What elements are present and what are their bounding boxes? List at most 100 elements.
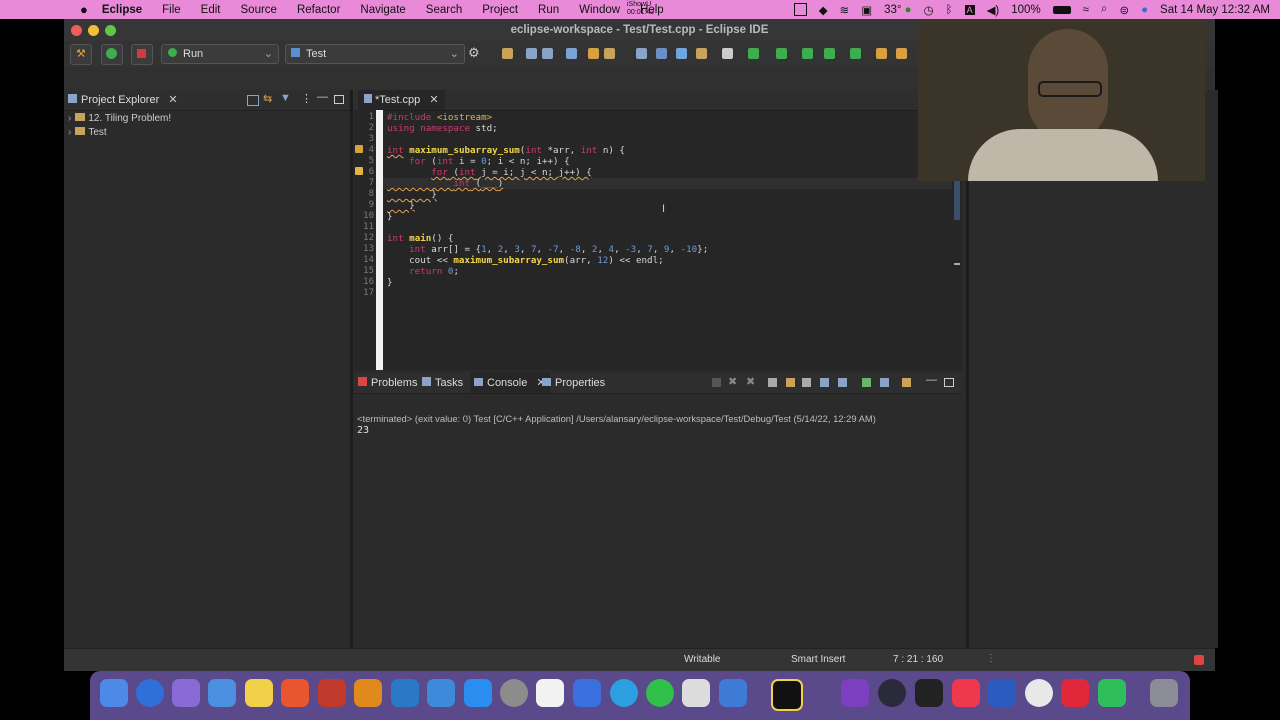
menu-refactor[interactable]: Refactor <box>297 4 340 16</box>
folder-icon[interactable] <box>604 48 615 59</box>
zoom-window-button[interactable] <box>105 25 116 36</box>
settings-icon[interactable] <box>566 48 577 59</box>
refresh-icon[interactable] <box>748 48 759 59</box>
open-type-icon[interactable] <box>696 48 707 59</box>
run-icon[interactable] <box>802 48 813 59</box>
link-with-editor-icon[interactable]: ⇆ <box>263 92 272 105</box>
new-project-icon[interactable] <box>722 48 733 59</box>
vscode-icon[interactable] <box>391 679 419 707</box>
battery-icon[interactable] <box>1052 5 1071 14</box>
safari-icon[interactable] <box>136 679 164 707</box>
volume-icon[interactable]: ◀) <box>987 3 1000 17</box>
save-all-icon[interactable] <box>542 48 553 59</box>
finder-icon[interactable] <box>100 679 128 707</box>
menu-project[interactable]: Project <box>482 4 518 16</box>
new-class-icon[interactable] <box>676 48 687 59</box>
status-insert-mode[interactable]: Smart Insert <box>791 654 845 665</box>
sublime-text-icon[interactable] <box>354 679 382 707</box>
console-icon[interactable] <box>636 48 647 59</box>
toggle-breadcrumb-icon[interactable] <box>876 48 887 59</box>
ishowu-recorder[interactable]: iShowU 00:01:42 <box>627 1 654 17</box>
close-window-button[interactable] <box>71 25 82 36</box>
control-center-icon[interactable]: ⊜ <box>1119 3 1129 17</box>
eclipse-dock-icon[interactable] <box>878 679 906 707</box>
green-arrow-app-icon[interactable] <box>1098 679 1126 707</box>
launch-button[interactable] <box>101 44 123 65</box>
gear-icon[interactable]: ⚙ <box>468 45 480 61</box>
database-icon[interactable] <box>318 679 346 707</box>
launch-mode-combo[interactable]: Run ⌄ <box>161 44 279 64</box>
maximize-icon[interactable] <box>944 378 954 387</box>
keyboard-input-icon[interactable]: A <box>964 4 975 15</box>
code-area[interactable]: #include <iostream> using namespace std;… <box>354 110 952 370</box>
whatsapp-icon[interactable] <box>646 679 674 707</box>
minimize-icon[interactable]: — <box>317 91 328 103</box>
ruler-marker[interactable] <box>954 263 960 265</box>
external-tools-icon[interactable] <box>850 48 861 59</box>
menu-run[interactable]: Run <box>538 4 559 16</box>
new-console-icon[interactable] <box>880 378 889 387</box>
slack-icon[interactable] <box>536 679 564 707</box>
xcode-icon[interactable] <box>427 679 455 707</box>
warning-ruler-marker[interactable] <box>954 180 960 220</box>
build-button[interactable]: ⚒ <box>70 44 92 65</box>
testflight-icon[interactable] <box>573 679 601 707</box>
menu-source[interactable]: Source <box>241 4 277 16</box>
filter-icon[interactable]: ▼ <box>280 92 291 104</box>
collapse-all-icon[interactable] <box>247 95 259 106</box>
display-console-icon[interactable] <box>838 378 847 387</box>
pen-icon[interactable] <box>896 48 907 59</box>
tree-item-test[interactable]: › Test <box>68 126 107 139</box>
close-icon[interactable]: ✕ <box>429 94 438 106</box>
tab-properties[interactable]: Properties <box>542 373 605 393</box>
chrome-icon[interactable] <box>1025 679 1053 707</box>
wifi-icon[interactable]: ≈ <box>1083 4 1089 16</box>
notes-icon[interactable] <box>245 679 273 707</box>
pin-console-icon[interactable] <box>820 378 829 387</box>
pencil-app-icon[interactable] <box>281 679 309 707</box>
maximize-icon[interactable] <box>334 95 344 104</box>
coverage-icon[interactable] <box>824 48 835 59</box>
menu-file[interactable]: File <box>162 4 181 16</box>
music-icon[interactable] <box>952 679 980 707</box>
remote-desktop-icon[interactable] <box>1061 679 1089 707</box>
console-view-menu-icon[interactable] <box>902 378 911 387</box>
console-output[interactable]: 23 <box>357 425 369 436</box>
menu-search[interactable]: Search <box>426 4 462 16</box>
tab-test-cpp[interactable]: *Test.cpp ✕ <box>358 90 445 110</box>
temperature-widget[interactable]: 33° ● <box>884 4 912 16</box>
terminate-console-icon[interactable] <box>712 378 721 387</box>
launch-config-combo[interactable]: Test ⌄ <box>285 44 465 64</box>
terminate-button[interactable] <box>131 44 153 65</box>
word-icon[interactable] <box>988 679 1016 707</box>
build-all-icon[interactable] <box>588 48 599 59</box>
menu-edit[interactable]: Edit <box>201 4 221 16</box>
close-icon[interactable]: ✕ <box>168 94 177 106</box>
notification-icon[interactable] <box>1194 655 1204 665</box>
save-icon[interactable] <box>526 48 537 59</box>
siri-icon[interactable]: ● <box>1141 4 1148 16</box>
menu-app-name[interactable]: Eclipse <box>102 4 142 16</box>
trash-icon[interactable] <box>1150 679 1178 707</box>
bluetooth-icon[interactable]: ᛒ <box>946 4 953 16</box>
minimize-icon[interactable]: — <box>926 374 937 386</box>
debug-icon[interactable] <box>776 48 787 59</box>
launchpad-icon[interactable] <box>172 679 200 707</box>
mail-icon[interactable] <box>208 679 236 707</box>
tab-console[interactable]: Console ✕ <box>470 373 550 393</box>
gpu-app-icon[interactable] <box>719 679 747 707</box>
tab-project-explorer[interactable]: Project Explorer ✕ <box>68 90 178 110</box>
terminal-icon[interactable] <box>915 679 943 707</box>
dropbox-icon[interactable]: ◆ <box>819 3 828 17</box>
clear-console-icon[interactable] <box>768 378 777 387</box>
preview-icon[interactable] <box>682 679 710 707</box>
system-preferences-icon[interactable] <box>500 679 528 707</box>
onenote-icon[interactable] <box>841 679 869 707</box>
control-icon[interactable]: ≋ <box>840 3 850 17</box>
remove-launch-icon[interactable]: ✖ <box>728 375 737 388</box>
view-menu-icon[interactable]: ⋮ <box>301 92 312 105</box>
menu-navigate[interactable]: Navigate <box>360 4 405 16</box>
spotlight-search-icon[interactable]: ⌕ <box>1101 3 1107 16</box>
menu-window[interactable]: Window <box>579 4 620 16</box>
new-file-icon[interactable] <box>502 48 513 59</box>
